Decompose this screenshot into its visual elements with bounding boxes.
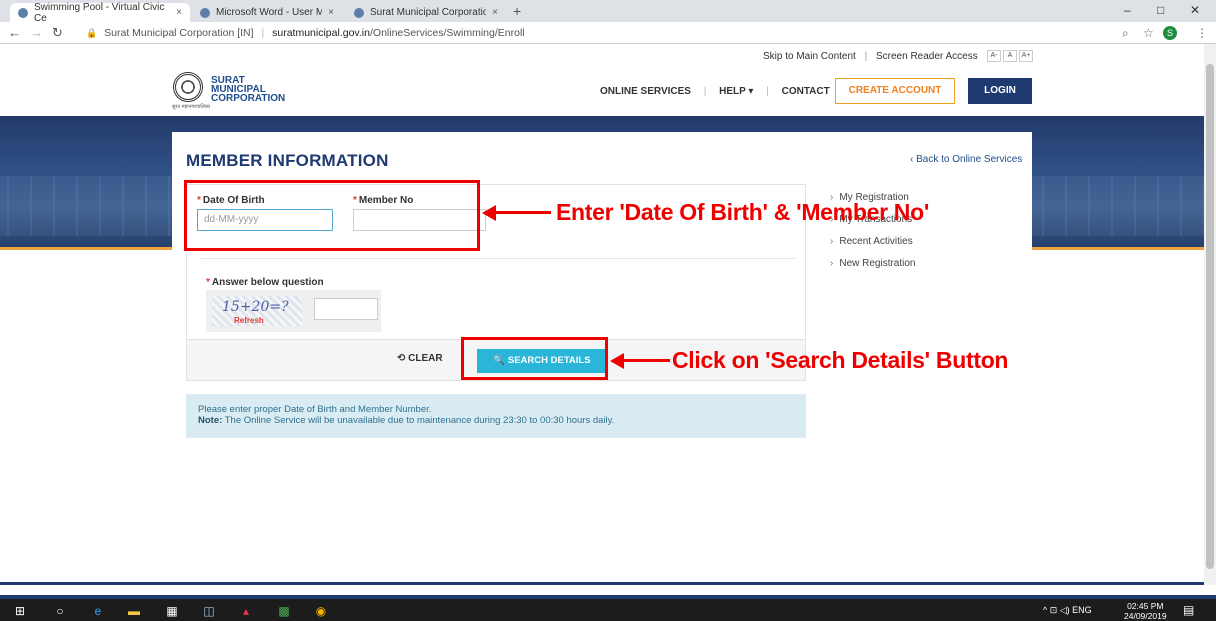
site-header: सुरत महानगरपालिका SURAT MUNICIPAL CORPOR… — [0, 68, 1204, 116]
info-message: Please enter proper Date of Birth and Me… — [198, 404, 432, 415]
windows-taskbar: ⊞ ○ e ▬ ▦ ◫ ▴ ▩ ◉ ^ ⊡ ◁) ENG 02:45 PM 24… — [0, 595, 1216, 621]
create-account-button[interactable]: CREATE ACCOUNT — [835, 78, 955, 104]
info-alert: Please enter proper Date of Birth and Me… — [186, 394, 806, 438]
tab-favicon-icon — [18, 7, 28, 18]
tab-close-icon[interactable]: × — [322, 7, 334, 18]
acrobat-icon[interactable]: ▴ — [238, 603, 254, 619]
tab-close-icon[interactable]: × — [486, 7, 498, 18]
back-arrow-icon[interactable]: ← — [8, 25, 21, 40]
page-viewport: Skip to Main Content | Screen Reader Acc… — [0, 44, 1204, 585]
accessibility-strip: Skip to Main Content | Screen Reader Acc… — [0, 44, 1204, 68]
font-decrease-button[interactable]: A- — [987, 50, 1001, 62]
sidebar-item-recent-activities[interactable]: › Recent Activities — [830, 232, 916, 252]
chevron-right-icon: › — [830, 236, 834, 247]
profile-avatar[interactable]: S — [1163, 26, 1177, 40]
back-to-online-services-link[interactable]: ‹ Back to Online Services — [910, 154, 1022, 165]
clock-date: 24/09/2019 — [1124, 611, 1167, 621]
page-scrollbar[interactable] — [1204, 44, 1216, 585]
control-panel-icon[interactable]: ◫ — [201, 603, 217, 619]
annotation-arrow-line — [622, 359, 670, 362]
notification-icon[interactable]: ▤ — [1183, 603, 1194, 617]
page-title: MEMBER INFORMATION — [186, 151, 389, 170]
chrome-icon[interactable]: ◉ — [313, 603, 329, 619]
close-window-button[interactable]: ✕ — [1190, 3, 1200, 17]
search-circle-icon[interactable]: ○ — [52, 603, 68, 619]
tab-label: Surat Municipal Corporation - Ap — [370, 7, 487, 18]
nav-contact[interactable]: CONTACT — [782, 86, 830, 97]
highlight-box-dob-member — [184, 180, 480, 251]
calculator-icon[interactable]: ▦ — [164, 603, 180, 619]
clock-time: 02:45 PM — [1127, 601, 1164, 611]
captcha-label: * Answer below question — [206, 277, 324, 288]
skip-to-main-link[interactable]: Skip to Main Content — [763, 51, 856, 62]
tab-label: Swimming Pool - Virtual Civic Ce — [34, 1, 165, 24]
chevron-right-icon: › — [830, 258, 834, 269]
site-logo-text[interactable]: SURAT MUNICIPAL CORPORATION — [211, 76, 286, 104]
file-explorer-icon[interactable]: ▬ — [126, 603, 142, 619]
url-path: /OnlineServices/Swimming/Enroll — [369, 27, 525, 39]
address-bar: ← → ↻ 🔒 Surat Municipal Corporation [IN]… — [0, 22, 1216, 44]
reload-icon[interactable]: ↻ — [52, 25, 63, 41]
tab-surat-municipal[interactable]: Surat Municipal Corporation - Ap × — [346, 3, 506, 22]
screen-reader-link[interactable]: Screen Reader Access — [876, 51, 978, 62]
new-tab-button[interactable]: + — [513, 3, 521, 19]
edge-browser-icon[interactable]: e — [90, 603, 106, 619]
url-site: Surat Municipal Corporation [IN] — [104, 27, 254, 39]
forward-arrow-icon[interactable]: → — [30, 25, 43, 40]
maximize-button[interactable]: □ — [1157, 3, 1164, 17]
captcha-question: 15+20=? — [222, 299, 289, 315]
system-tray[interactable]: ^ ⊡ ◁) ENG — [1043, 605, 1092, 616]
annotation-text-search: Click on 'Search Details' Button — [672, 347, 1009, 373]
minimize-button[interactable]: – — [1124, 3, 1131, 17]
taskbar-clock[interactable]: 02:45 PM 24/09/2019 — [1124, 601, 1167, 621]
excel-icon[interactable]: ▩ — [276, 603, 292, 619]
tab-label: Microsoft Word - User Manual fo — [216, 7, 323, 18]
tab-close-icon[interactable]: × — [170, 7, 182, 18]
star-icon[interactable]: ☆ — [1143, 26, 1154, 40]
lock-icon: 🔒 — [86, 28, 98, 38]
font-increase-button[interactable]: A+ — [1019, 50, 1033, 62]
footer-band — [0, 582, 1204, 585]
sidebar-item-new-registration[interactable]: › New Registration — [830, 254, 916, 274]
zoom-icon[interactable]: ⌕ — [1122, 26, 1129, 41]
browser-tab-bar: Swimming Pool - Virtual Civic Ce × Micro… — [0, 0, 1216, 24]
captcha-answer-input[interactable] — [314, 298, 378, 320]
highlight-box-search — [461, 337, 608, 380]
logo-line-3: CORPORATION — [211, 93, 286, 104]
clear-button[interactable]: ⟲ CLEAR — [397, 353, 443, 364]
tab-favicon-icon — [200, 7, 210, 18]
tab-swimming-pool[interactable]: Swimming Pool - Virtual Civic Ce × — [10, 1, 190, 24]
url-field[interactable]: 🔒 Surat Municipal Corporation [IN] | sur… — [86, 27, 525, 39]
captcha-refresh-link[interactable]: Refresh — [234, 316, 264, 325]
form-divider — [201, 258, 795, 259]
info-note: Note: The Online Service will be unavail… — [198, 415, 615, 426]
captcha-box: 15+20=? Refresh — [206, 290, 381, 332]
windows-start-icon[interactable]: ⊞ — [12, 603, 28, 619]
nav-online-services[interactable]: ONLINE SERVICES — [600, 86, 691, 97]
smc-emblem-icon[interactable] — [173, 72, 203, 102]
logo-subtitle: सुरत महानगरपालिका — [172, 104, 211, 110]
login-button[interactable]: LOGIN — [968, 78, 1032, 104]
url-domain: suratmunicipal.gov.in — [272, 27, 370, 39]
annotation-text-dob-member: Enter 'Date Of Birth' & 'Member No' — [556, 199, 930, 225]
font-normal-button[interactable]: A — [1003, 50, 1017, 62]
tab-favicon-icon — [354, 7, 364, 18]
captcha-image: 15+20=? Refresh — [212, 296, 302, 326]
tab-microsoft-word[interactable]: Microsoft Word - User Manual fo × — [192, 3, 342, 22]
annotation-arrow-line — [494, 211, 551, 214]
main-nav: ONLINE SERVICES | HELP ▾ | CONTACT — [600, 86, 830, 97]
menu-kebab-icon[interactable]: ⋮ — [1196, 26, 1208, 40]
nav-help[interactable]: HELP ▾ — [719, 86, 753, 97]
